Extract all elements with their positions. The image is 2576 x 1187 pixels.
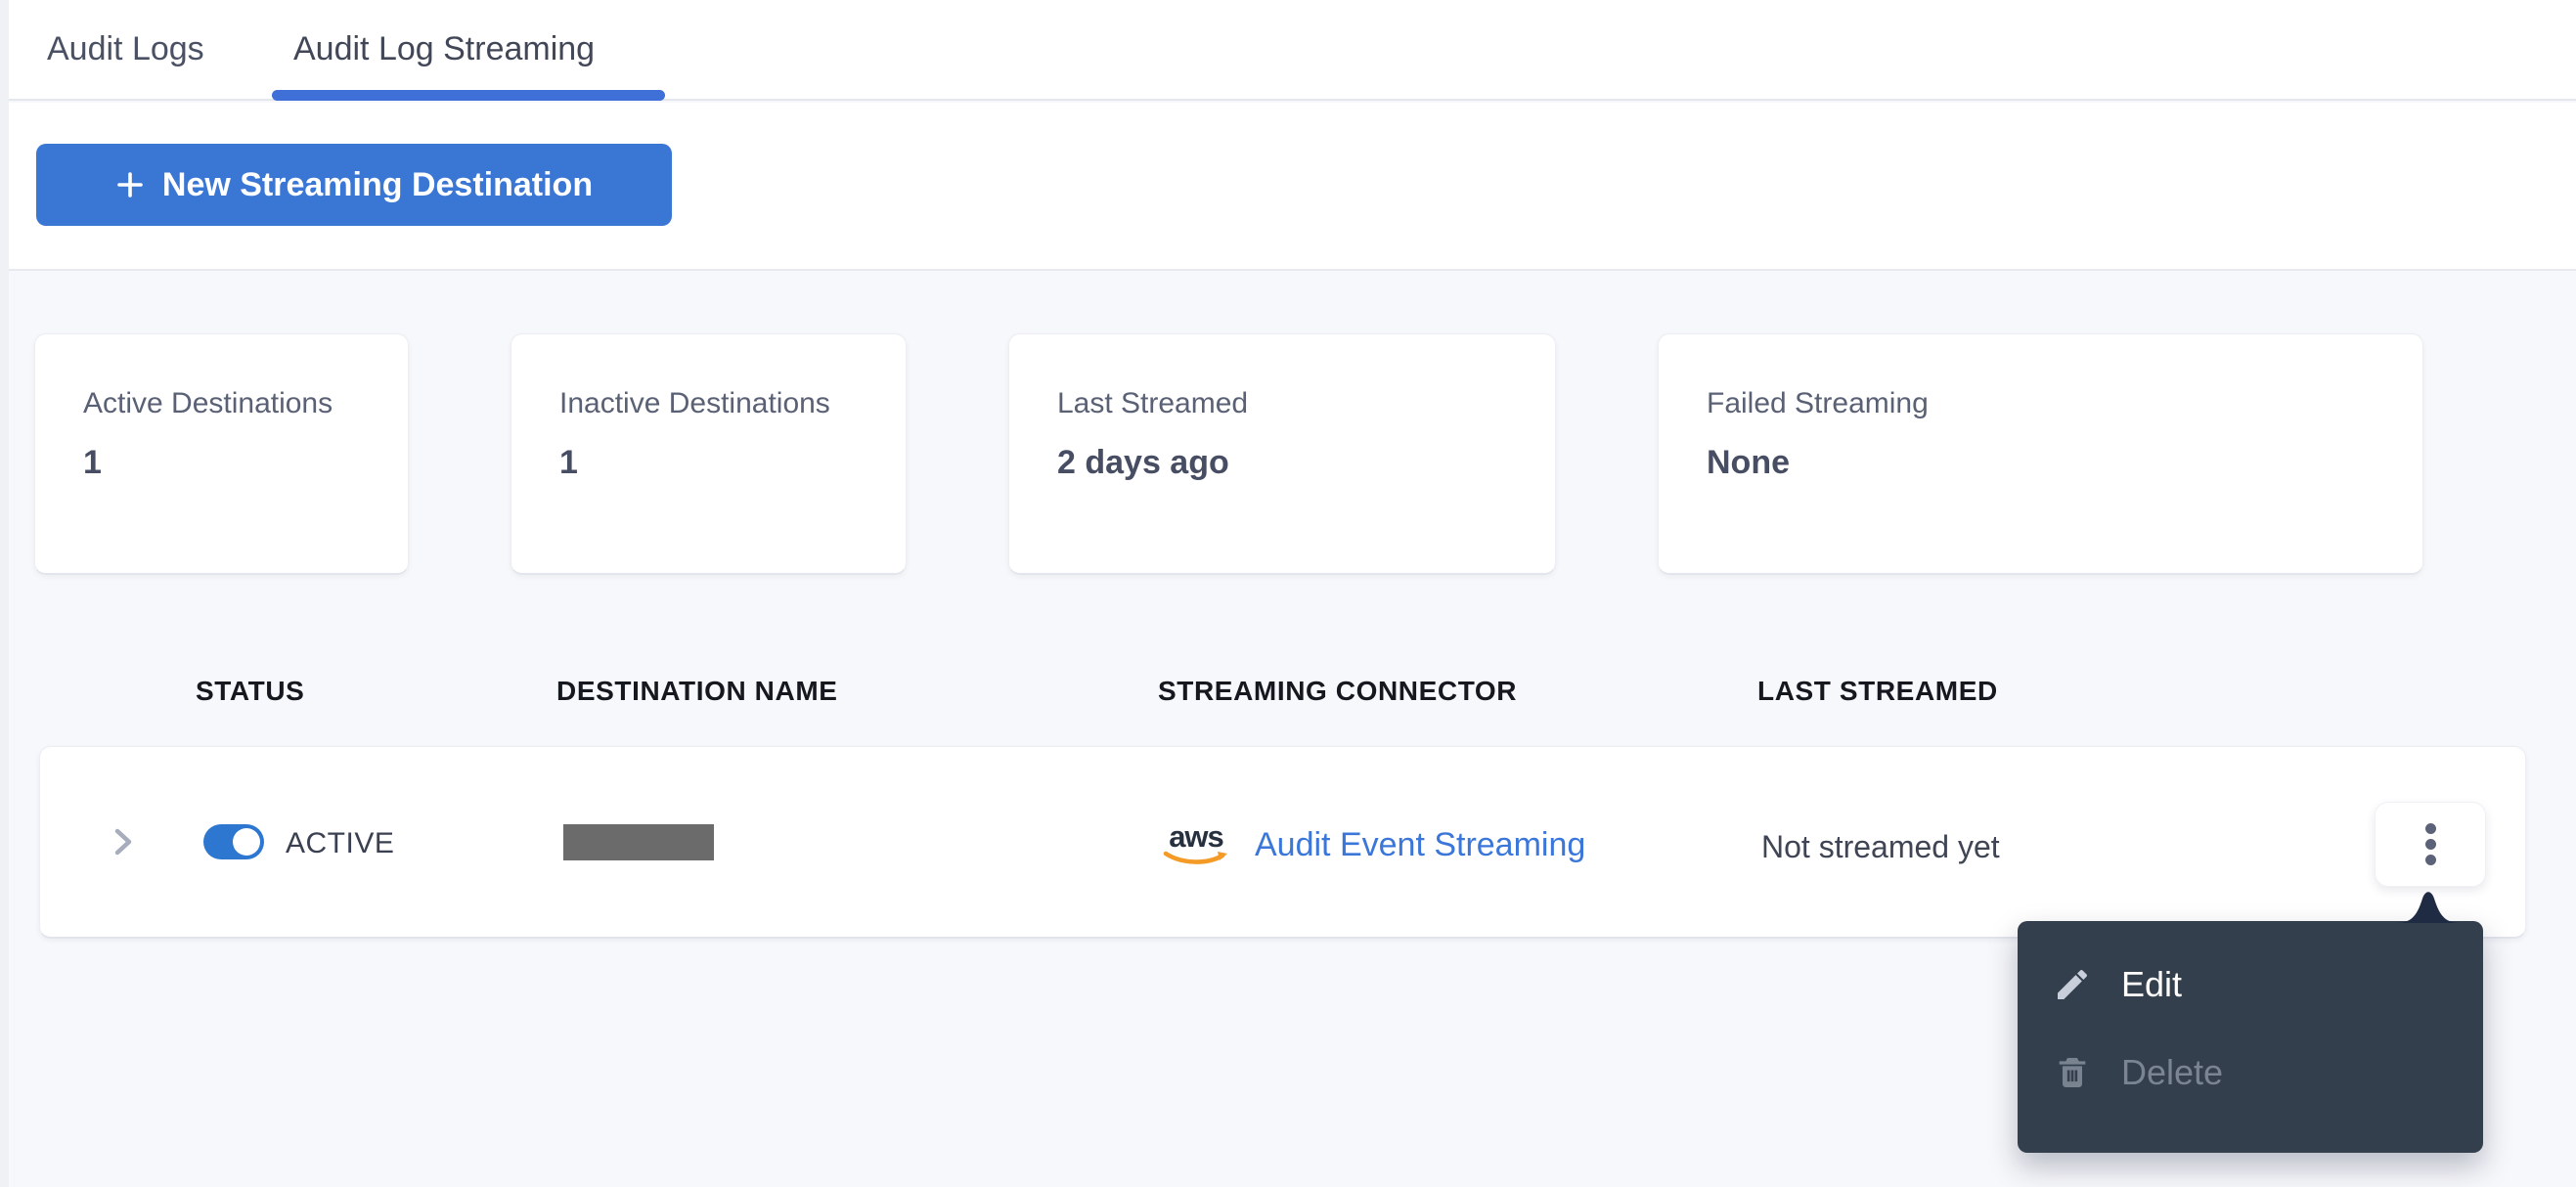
- column-header-last-streamed: LAST STREAMED: [1757, 676, 1998, 706]
- stat-value: None: [1707, 444, 1790, 481]
- tab-audit-log-streaming[interactable]: Audit Log Streaming: [293, 0, 595, 99]
- stat-card-failed-streaming: Failed Streaming None: [1658, 333, 2423, 575]
- pencil-icon: [2058, 970, 2087, 999]
- context-menu-arrow: [2395, 892, 2462, 923]
- aws-smile-swoosh: [1163, 851, 1227, 864]
- expand-row-button[interactable]: [103, 822, 142, 861]
- column-header-status: STATUS: [196, 676, 305, 706]
- row-actions-button[interactable]: [2375, 802, 2486, 887]
- stat-card-inactive-destinations: Inactive Destinations 1: [511, 333, 907, 575]
- stat-card-last-streamed: Last Streamed 2 days ago: [1008, 333, 1556, 575]
- last-streamed-value: Not streamed yet: [1761, 829, 2000, 864]
- stat-value: 1: [559, 444, 578, 481]
- aws-logo-icon: aws: [1161, 819, 1231, 866]
- status-label: ACTIVE: [286, 827, 395, 859]
- destination-name-redacted: [563, 824, 714, 860]
- table-row: ACTIVE aws Audit Event Streaming Not str…: [39, 746, 2526, 939]
- action-bar: New Streaming Destination: [0, 103, 2576, 271]
- stat-value: 1: [83, 444, 102, 481]
- stat-value: 2 days ago: [1057, 444, 1229, 481]
- menu-item-delete: Delete: [2018, 1029, 2483, 1117]
- stat-label: Inactive Destinations: [559, 387, 830, 419]
- stat-label: Active Destinations: [83, 387, 333, 419]
- streaming-connector-cell: aws Audit Event Streaming: [1161, 796, 1585, 894]
- column-header-streaming-connector: STREAMING CONNECTOR: [1158, 676, 1518, 706]
- aws-logo-text: aws: [1169, 819, 1224, 854]
- plus-icon: [117, 172, 143, 198]
- tab-bar: Audit Logs Audit Log Streaming: [0, 0, 2576, 101]
- new-streaming-destination-button[interactable]: New Streaming Destination: [36, 144, 672, 226]
- tab-label: Audit Logs: [47, 30, 204, 67]
- left-edge-strip: [0, 0, 9, 1187]
- audit-log-streaming-page: Audit Logs Audit Log Streaming New Strea…: [0, 0, 2576, 1187]
- new-streaming-destination-label: New Streaming Destination: [161, 165, 594, 203]
- active-tab-underline: [272, 90, 665, 101]
- tab-audit-logs[interactable]: Audit Logs: [47, 0, 204, 99]
- chevron-right-icon: [114, 828, 132, 856]
- menu-item-label: Delete: [2121, 1052, 2224, 1092]
- tab-label: Audit Log Streaming: [293, 30, 596, 67]
- stat-label: Last Streamed: [1057, 387, 1249, 419]
- stat-card-active-destinations: Active Destinations 1: [34, 333, 409, 575]
- status-toggle[interactable]: [203, 824, 264, 859]
- connector-link[interactable]: Audit Event Streaming: [1255, 826, 1585, 864]
- column-header-destination-name: DESTINATION NAME: [556, 676, 838, 706]
- toggle-knob: [233, 828, 260, 856]
- menu-item-label: Edit: [2121, 964, 2183, 1004]
- menu-item-edit[interactable]: Edit: [2018, 941, 2483, 1029]
- kebab-icon: [2424, 823, 2436, 865]
- stat-label: Failed Streaming: [1707, 387, 1929, 419]
- context-menu: Edit Delete: [2018, 921, 2483, 1153]
- trash-icon: [2059, 1058, 2086, 1087]
